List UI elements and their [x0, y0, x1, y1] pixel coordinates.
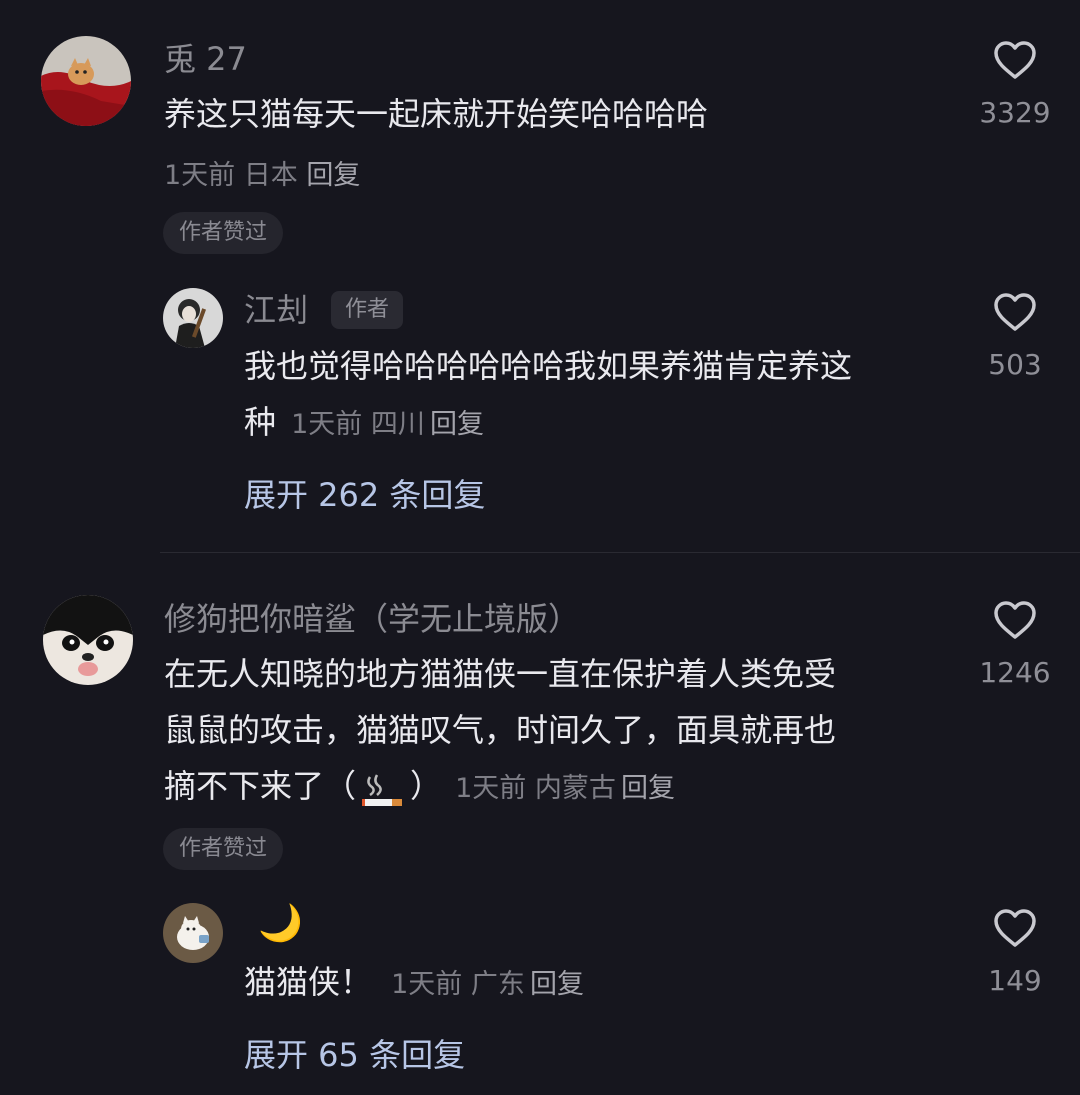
like-button[interactable]: 1246 [967, 600, 1063, 689]
reply-button[interactable]: 回复 [530, 969, 584, 1000]
author-liked-badge: 作者赞过 [163, 212, 284, 254]
reply-username[interactable]: 江刦 [244, 290, 308, 330]
reply-text-line: 猫猫侠！ 1天前 广东 回复 [244, 954, 584, 1010]
like-count: 3329 [979, 96, 1051, 129]
like-count: 1246 [979, 656, 1051, 689]
like-button[interactable]: 149 [967, 908, 1063, 997]
like-button[interactable]: 3329 [967, 40, 1063, 129]
comment-meta: 1天前 日本 回复 [164, 153, 360, 192]
comment-time-location: 1天前 内蒙古 [455, 773, 616, 804]
reply-text: 猫猫侠！ [244, 963, 373, 1001]
comment-text-line3: 摘不下来了（ ） 1天前 内蒙古 回复 [164, 758, 675, 814]
author-liked-badge: 作者赞过 [163, 828, 284, 870]
reply-text-end: 种 [244, 403, 277, 441]
reply-text: 我也觉得哈哈哈哈哈哈我如果养猫肯定养这 [244, 347, 853, 385]
comment-text-line2: 鼠鼠的攻击，猫猫叹气，时间久了，面具就再也 [164, 711, 837, 749]
comment-text-close: ） [410, 767, 443, 805]
divider [160, 552, 1080, 553]
reply-text-line2: 种 1天前 四川 回复 [244, 394, 484, 450]
author-tag: 作者 [331, 291, 404, 329]
reply-time-location: 1天前 四川 [291, 409, 425, 440]
comment-username[interactable]: 兎 27 [164, 39, 247, 79]
reply-username[interactable]: 🌙 [258, 902, 303, 946]
cigarette-emoji-icon [360, 773, 406, 813]
like-count: 149 [988, 964, 1042, 997]
heart-outline-icon [994, 41, 1036, 79]
heart-outline-icon [994, 909, 1036, 947]
reply-button[interactable]: 回复 [306, 160, 360, 191]
expand-replies-button[interactable]: 展开 262 条回复 [244, 470, 485, 516]
comment-username[interactable]: 修狗把你暗鲨（学无止境版） [164, 599, 580, 639]
heart-outline-icon [994, 293, 1036, 331]
avatar[interactable] [41, 36, 131, 126]
reply-time-location: 1天前 广东 [391, 969, 525, 1000]
comment-text: 养这只猫每天一起床就开始笑哈哈哈哈 [164, 95, 709, 133]
avatar[interactable] [163, 903, 223, 963]
comment-text-line1: 在无人知晓的地方猫猫侠一直在保护着人类免受 [164, 655, 837, 693]
comment-text-end: 摘不下来了（ [164, 767, 357, 805]
heart-outline-icon [994, 601, 1036, 639]
avatar[interactable] [163, 288, 223, 348]
expand-replies-button[interactable]: 展开 65 条回复 [244, 1030, 465, 1076]
like-count: 503 [988, 348, 1042, 381]
reply-button[interactable]: 回复 [621, 773, 675, 804]
avatar[interactable] [43, 595, 133, 685]
comment-time-location: 1天前 日本 [164, 160, 298, 191]
reply-button[interactable]: 回复 [430, 409, 484, 440]
like-button[interactable]: 503 [967, 292, 1063, 381]
